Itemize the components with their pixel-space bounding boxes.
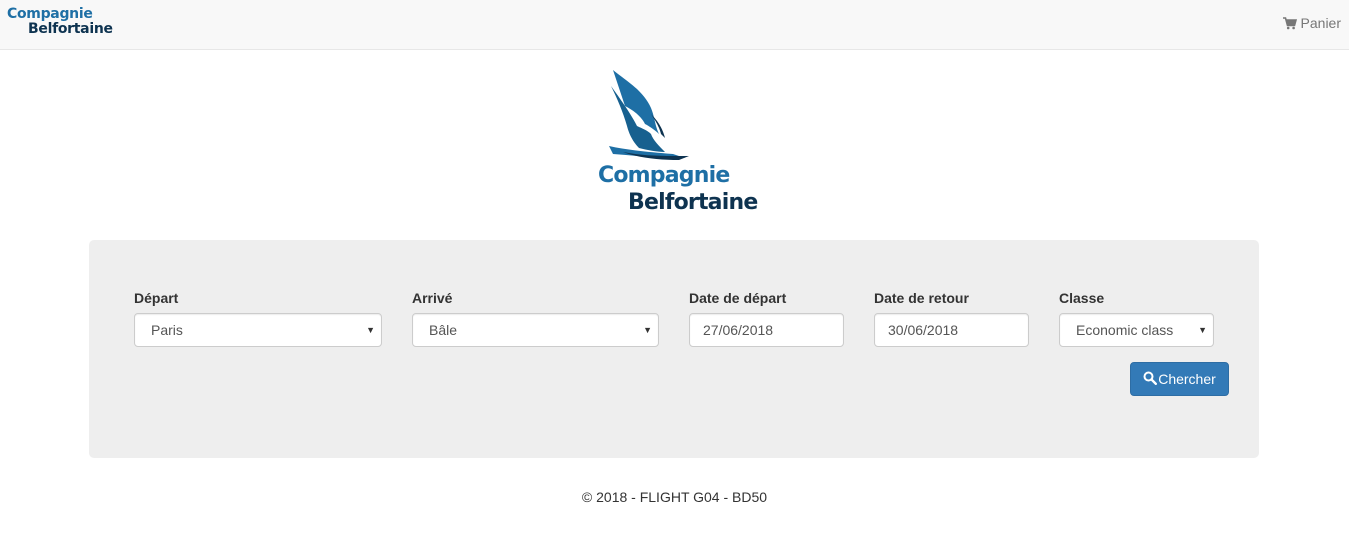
departure-label: Départ	[134, 290, 179, 306]
cart-label: Panier	[1300, 15, 1341, 31]
class-field-group: Classe Economic class ▼	[1059, 290, 1214, 347]
bird-logo-icon	[609, 70, 689, 160]
flight-search-form: Départ Paris ▼ Arrivé Bâle ▼ Date de dép…	[89, 240, 1259, 458]
brand-line-2: Belfortaine	[28, 21, 113, 37]
class-label: Classe	[1059, 290, 1105, 306]
company-logo: Compagnie Belfortaine	[598, 68, 758, 218]
brand-logo-link[interactable]: Compagnie Belfortaine	[7, 7, 113, 37]
departure-date-label: Date de départ	[689, 290, 787, 306]
cart-link[interactable]: Panier	[1282, 15, 1341, 31]
search-button-label: Chercher	[1158, 371, 1216, 387]
chevron-down-icon: ▼	[1198, 325, 1207, 335]
arrival-value: Bâle	[429, 322, 458, 338]
logo-line-1: Compagnie	[598, 163, 730, 188]
departure-value: Paris	[151, 322, 183, 338]
search-button[interactable]: Chercher	[1130, 362, 1229, 396]
footer-copyright: © 2018 - FLIGHT G04 - BD50	[581, 489, 768, 505]
chevron-down-icon: ▼	[643, 325, 652, 335]
arrival-label: Arrivé	[412, 290, 453, 306]
chevron-down-icon: ▼	[366, 325, 375, 335]
return-date-value: 30/06/2018	[888, 322, 959, 338]
shopping-cart-icon	[1282, 16, 1297, 30]
arrival-select[interactable]: Bâle ▼	[412, 313, 659, 347]
search-icon	[1143, 371, 1158, 388]
departure-date-input[interactable]: 27/06/2018	[689, 313, 844, 347]
arrival-field-group: Arrivé Bâle ▼	[412, 290, 659, 347]
departure-date-value: 27/06/2018	[703, 322, 774, 338]
departure-select[interactable]: Paris ▼	[134, 313, 382, 347]
class-select[interactable]: Economic class ▼	[1059, 313, 1214, 347]
departure-field-group: Départ Paris ▼	[134, 290, 382, 347]
logo-line-2: Belfortaine	[628, 190, 758, 215]
departure-date-field-group: Date de départ 27/06/2018	[689, 290, 844, 347]
class-value: Economic class	[1076, 322, 1174, 338]
brand-line-1: Compagnie	[7, 6, 93, 22]
return-date-input[interactable]: 30/06/2018	[874, 313, 1029, 347]
return-date-label: Date de retour	[874, 290, 969, 306]
return-date-field-group: Date de retour 30/06/2018	[874, 290, 1029, 347]
navbar: Compagnie Belfortaine Panier	[0, 0, 1349, 50]
